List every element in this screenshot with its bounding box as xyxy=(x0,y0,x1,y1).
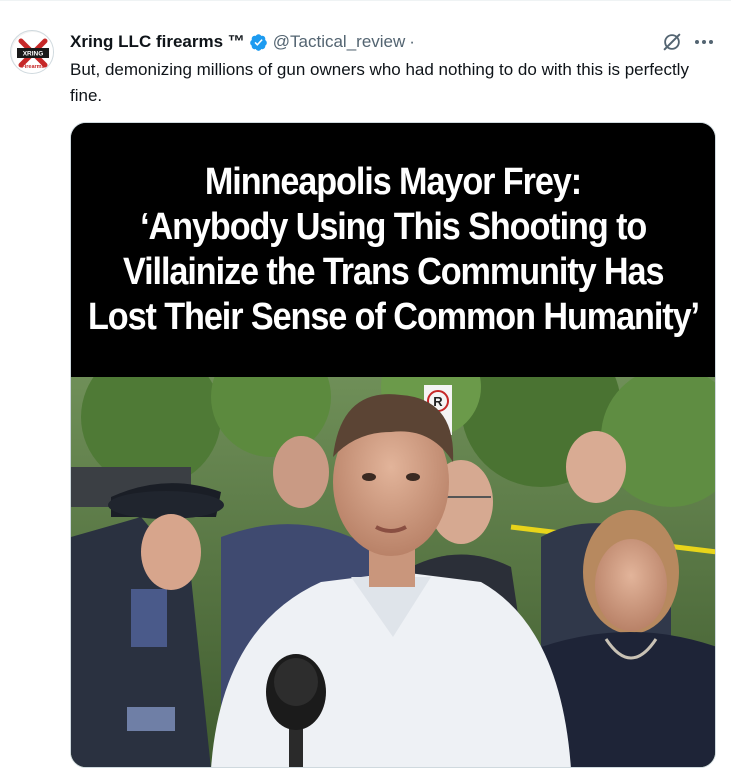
top-divider xyxy=(0,0,731,1)
separator-dot: · xyxy=(409,32,415,51)
post-header: Xring LLC firearms ™ @Tactical_review · xyxy=(70,30,415,54)
post-media[interactable]: Minneapolis Mayor Frey: ‘Anybody Using T… xyxy=(70,122,716,768)
headline-line-3: Villainize the Trans Community Has xyxy=(122,251,664,293)
post-text: But, demonizing millions of gun owners w… xyxy=(70,60,689,105)
logo-text-top: XRING xyxy=(23,51,44,58)
author-name[interactable]: Xring LLC firearms ™ xyxy=(70,32,245,52)
xring-logo-icon: XRING Firearms xyxy=(12,32,53,73)
headline-line-2: ‘Anybody Using This Shooting to xyxy=(139,206,647,248)
headline-banner: Minneapolis Mayor Frey: ‘Anybody Using T… xyxy=(71,123,715,377)
sign-letter: R xyxy=(433,394,443,409)
avatar[interactable]: XRING Firearms xyxy=(10,30,54,74)
press-conference-photo: R xyxy=(71,377,715,767)
more-options-icon[interactable] xyxy=(693,36,715,48)
logo-text-bottom: Firearms xyxy=(21,64,44,70)
headline-line-4: Lost Their Sense of Common Humanity’ xyxy=(87,296,700,338)
headline-line-1: Minneapolis Mayor Frey: xyxy=(204,161,582,203)
grok-icon[interactable] xyxy=(661,31,683,53)
author-handle[interactable]: @Tactical_review xyxy=(273,32,406,52)
verified-badge-icon[interactable] xyxy=(249,33,268,52)
